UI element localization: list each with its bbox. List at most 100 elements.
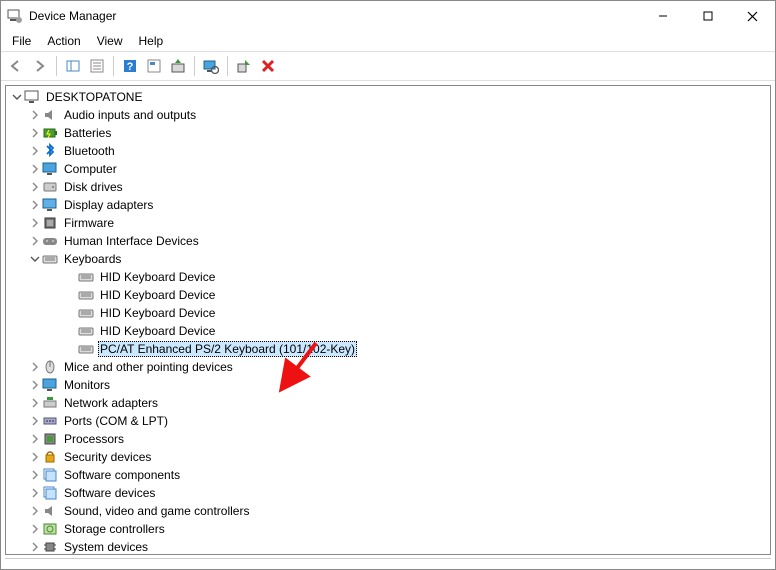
chevron-right-icon[interactable] <box>28 200 42 210</box>
menu-bar: File Action View Help <box>1 31 775 51</box>
chevron-right-icon[interactable] <box>28 128 42 138</box>
battery-icon <box>42 125 58 141</box>
menu-action[interactable]: Action <box>40 33 87 49</box>
chevron-down-icon[interactable] <box>10 92 24 102</box>
tree-node-label: Disk drives <box>62 180 125 194</box>
tree-category-node[interactable]: Computer <box>6 160 770 178</box>
scan-hardware-button[interactable] <box>200 55 222 77</box>
chevron-right-icon[interactable] <box>28 542 42 552</box>
tree-category-node[interactable]: Display adapters <box>6 196 770 214</box>
security-icon <box>42 449 58 465</box>
chevron-right-icon[interactable] <box>28 236 42 246</box>
cpu-icon <box>42 431 58 447</box>
forward-button[interactable] <box>29 55 51 77</box>
system-icon <box>42 539 58 555</box>
tree-category-node[interactable]: Human Interface Devices <box>6 232 770 250</box>
tree-node-label: Audio inputs and outputs <box>62 108 198 122</box>
chevron-right-icon[interactable] <box>28 506 42 516</box>
chevron-right-icon[interactable] <box>28 164 42 174</box>
computer-icon <box>24 89 40 105</box>
chevron-right-icon[interactable] <box>28 524 42 534</box>
tree-node-label: Bluetooth <box>62 144 117 158</box>
tree-category-node[interactable]: Firmware <box>6 214 770 232</box>
close-button[interactable] <box>730 1 775 31</box>
tree-category-node[interactable]: Disk drives <box>6 178 770 196</box>
tree-device-node[interactable]: HID Keyboard Device <box>6 268 770 286</box>
menu-file[interactable]: File <box>5 33 38 49</box>
tree-device-node[interactable]: HID Keyboard Device <box>6 286 770 304</box>
chevron-right-icon[interactable] <box>28 398 42 408</box>
chevron-right-icon[interactable] <box>28 110 42 120</box>
tree-category-node[interactable]: Software devices <box>6 484 770 502</box>
chevron-right-icon[interactable] <box>28 182 42 192</box>
tree-category-node[interactable]: Mice and other pointing devices <box>6 358 770 376</box>
tree-device-node[interactable]: HID Keyboard Device <box>6 322 770 340</box>
show-hide-console-button[interactable] <box>62 55 84 77</box>
tree-device-node[interactable]: HID Keyboard Device <box>6 304 770 322</box>
content-area: DESKTOPATONE Audio inputs and outputs Batt… <box>1 81 775 569</box>
toolbar-separator <box>56 56 57 76</box>
action-button[interactable] <box>143 55 165 77</box>
storage-icon <box>42 521 58 537</box>
tree-category-node[interactable]: Storage controllers <box>6 520 770 538</box>
tree-node-label: Software devices <box>62 486 157 500</box>
menu-help[interactable]: Help <box>132 33 171 49</box>
tree-node-label: Security devices <box>62 450 153 464</box>
network-icon <box>42 395 58 411</box>
tree-root-node[interactable]: DESKTOPATONE <box>6 88 770 106</box>
uninstall-button[interactable] <box>257 55 279 77</box>
tree-node-label: Batteries <box>62 126 113 140</box>
monitor-icon <box>42 377 58 393</box>
back-button[interactable] <box>5 55 27 77</box>
toolbar-separator <box>227 56 228 76</box>
toolbar-separator <box>194 56 195 76</box>
keyboard-icon <box>78 287 94 303</box>
tree-node-label: Network adapters <box>62 396 160 410</box>
svg-text:?: ? <box>127 61 134 73</box>
tree-node-label: Mice and other pointing devices <box>62 360 235 374</box>
chevron-right-icon[interactable] <box>28 452 42 462</box>
chevron-right-icon[interactable] <box>28 470 42 480</box>
tree-node-label: Human Interface Devices <box>62 234 201 248</box>
update-driver-button[interactable] <box>167 55 189 77</box>
tree-category-node[interactable]: Network adapters <box>6 394 770 412</box>
chevron-right-icon[interactable] <box>28 362 42 372</box>
chevron-right-icon[interactable] <box>28 488 42 498</box>
tree-category-node[interactable]: System devices <box>6 538 770 556</box>
tree-category-node[interactable]: Bluetooth <box>6 142 770 160</box>
tree-device-node[interactable]: PC/AT Enhanced PS/2 Keyboard (101/102-Ke… <box>6 340 770 358</box>
tree-node-label: HID Keyboard Device <box>98 306 217 320</box>
speaker-icon <box>42 107 58 123</box>
speaker-icon <box>42 503 58 519</box>
title-bar: Device Manager <box>1 1 775 31</box>
tree-category-node[interactable]: Security devices <box>6 448 770 466</box>
tree-category-node[interactable]: Sound, video and game controllers <box>6 502 770 520</box>
chevron-right-icon[interactable] <box>28 416 42 426</box>
tree-category-node[interactable]: Audio inputs and outputs <box>6 106 770 124</box>
tree-category-node[interactable]: Batteries <box>6 124 770 142</box>
tree-category-node[interactable]: Ports (COM & LPT) <box>6 412 770 430</box>
keyboard-icon <box>78 323 94 339</box>
chevron-right-icon[interactable] <box>28 146 42 156</box>
keyboard-icon <box>78 269 94 285</box>
maximize-button[interactable] <box>685 1 730 31</box>
chevron-down-icon[interactable] <box>28 254 42 264</box>
keyboard-icon <box>42 251 58 267</box>
tree-category-node[interactable]: Processors <box>6 430 770 448</box>
properties-button[interactable] <box>86 55 108 77</box>
tree-node-label: Ports (COM & LPT) <box>62 414 170 428</box>
tree-category-node[interactable]: Monitors <box>6 376 770 394</box>
chevron-right-icon[interactable] <box>28 380 42 390</box>
tree-category-node[interactable]: Software components <box>6 466 770 484</box>
minimize-button[interactable] <box>640 1 685 31</box>
mouse-icon <box>42 359 58 375</box>
tree-node-label: HID Keyboard Device <box>98 324 217 338</box>
tree-node-label: Firmware <box>62 216 116 230</box>
menu-view[interactable]: View <box>90 33 130 49</box>
chevron-right-icon[interactable] <box>28 434 42 444</box>
tree-category-keyboards[interactable]: Keyboards <box>6 250 770 268</box>
enable-button[interactable] <box>233 55 255 77</box>
chevron-right-icon[interactable] <box>28 218 42 228</box>
tree-node-label: Monitors <box>62 378 112 392</box>
help-button[interactable]: ? <box>119 55 141 77</box>
